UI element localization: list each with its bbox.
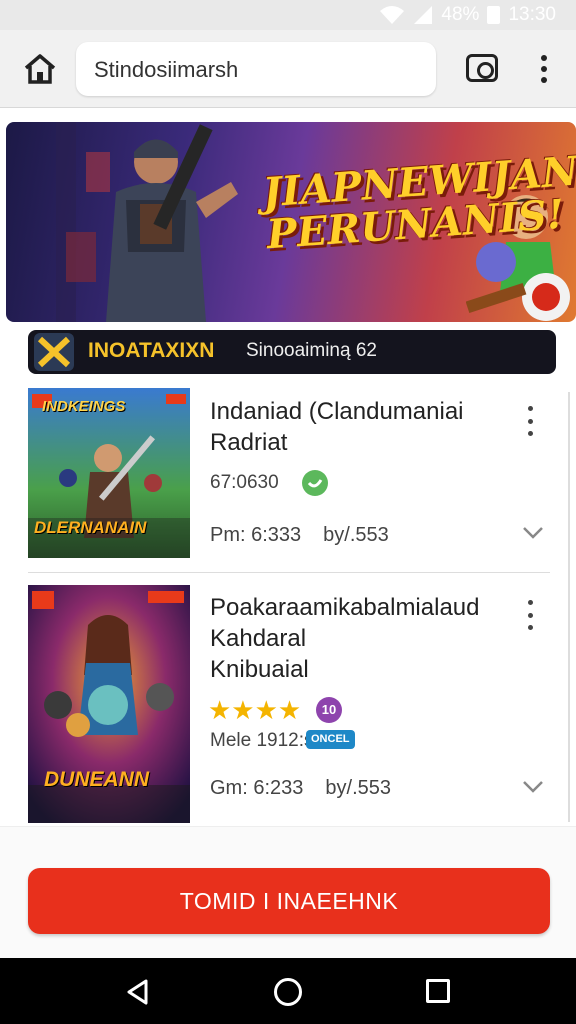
back-icon[interactable] — [124, 978, 152, 1006]
verified-icon — [302, 470, 328, 496]
url-bar[interactable]: Stindosiimarsh — [76, 42, 436, 96]
item-meta: Mele 1912:s — [210, 730, 314, 751]
item-title-line2: Kahdaral — [210, 625, 307, 652]
soldier-illustration — [56, 122, 238, 322]
chevron-down-icon[interactable] — [522, 526, 544, 540]
item-meta: 67:0630 — [210, 472, 279, 493]
hero-banner[interactable]: JIAPNEWIJAN PERUNANIS! — [6, 122, 576, 322]
home-icon[interactable] — [22, 52, 58, 86]
item-byline: by/.553 — [323, 524, 389, 546]
item-title[interactable]: Indaniad (Clandumaniai Radriat — [210, 396, 510, 458]
item-price-row: Pm: 6:333 by/.553 — [210, 524, 389, 547]
item-price: Pm: 6:333 — [210, 524, 302, 546]
category-title: INOATAXIXN — [88, 339, 215, 362]
tab-switcher-icon[interactable] — [466, 54, 498, 82]
browser-toolbar: Stindosiimarsh — [0, 30, 576, 108]
wifi-icon — [380, 6, 405, 24]
recents-icon[interactable] — [426, 979, 450, 1003]
url-text: Stindosiimarsh — [94, 57, 239, 82]
item-title-line3: Knibuaial — [210, 656, 309, 683]
item-price: Gm: 6:233 — [210, 777, 304, 799]
battery-icon — [487, 6, 501, 24]
home-nav-icon[interactable] — [274, 978, 302, 1006]
item-more-icon[interactable] — [524, 406, 536, 436]
category-strip[interactable]: INOATAXIXN Sinooaiminą 62 — [28, 330, 556, 374]
status-bar: 48% 13:30 — [0, 0, 576, 30]
divider — [28, 572, 550, 573]
star-rating: ★★★★ — [208, 695, 302, 725]
primary-action-button[interactable]: TOMID I INAEEHNK — [28, 868, 550, 934]
clock: 13:30 — [508, 4, 556, 25]
battery-percent: 48% — [441, 4, 480, 25]
item-price-row: Gm: 6:233 by/.553 — [210, 777, 391, 800]
more-vert-icon[interactable] — [536, 52, 552, 86]
item-more-icon[interactable] — [524, 600, 536, 630]
item-tag-badge: ONCEL — [306, 730, 355, 749]
rating-badge: 10 — [316, 697, 342, 723]
item-title-line1: Indaniad (Clandumaniai — [210, 398, 464, 425]
system-nav-bar — [0, 958, 576, 1024]
item-byline: by/.553 — [325, 777, 391, 799]
chevron-down-icon[interactable] — [522, 780, 544, 794]
brand-logo-icon — [34, 333, 74, 371]
item-title[interactable]: Poakaraamikabalmialaud Kahdaral Knibuaia… — [210, 592, 510, 685]
status-icons: 48% 13:30 — [379, 4, 556, 26]
thumb-title-bottom: DUNEANN — [44, 768, 149, 791]
item-title-line1: Poakaraamikabalmialaud — [210, 594, 480, 621]
thumb-title-top: INDKEINGS — [42, 398, 126, 415]
category-subtitle: Sinooaiminą 62 — [246, 340, 377, 361]
item-title-line2: Radriat — [210, 429, 288, 456]
signal-icon — [414, 6, 433, 24]
scroll-indicator — [568, 392, 576, 822]
thumb-title-bottom: DLERNANAIN — [34, 518, 147, 537]
